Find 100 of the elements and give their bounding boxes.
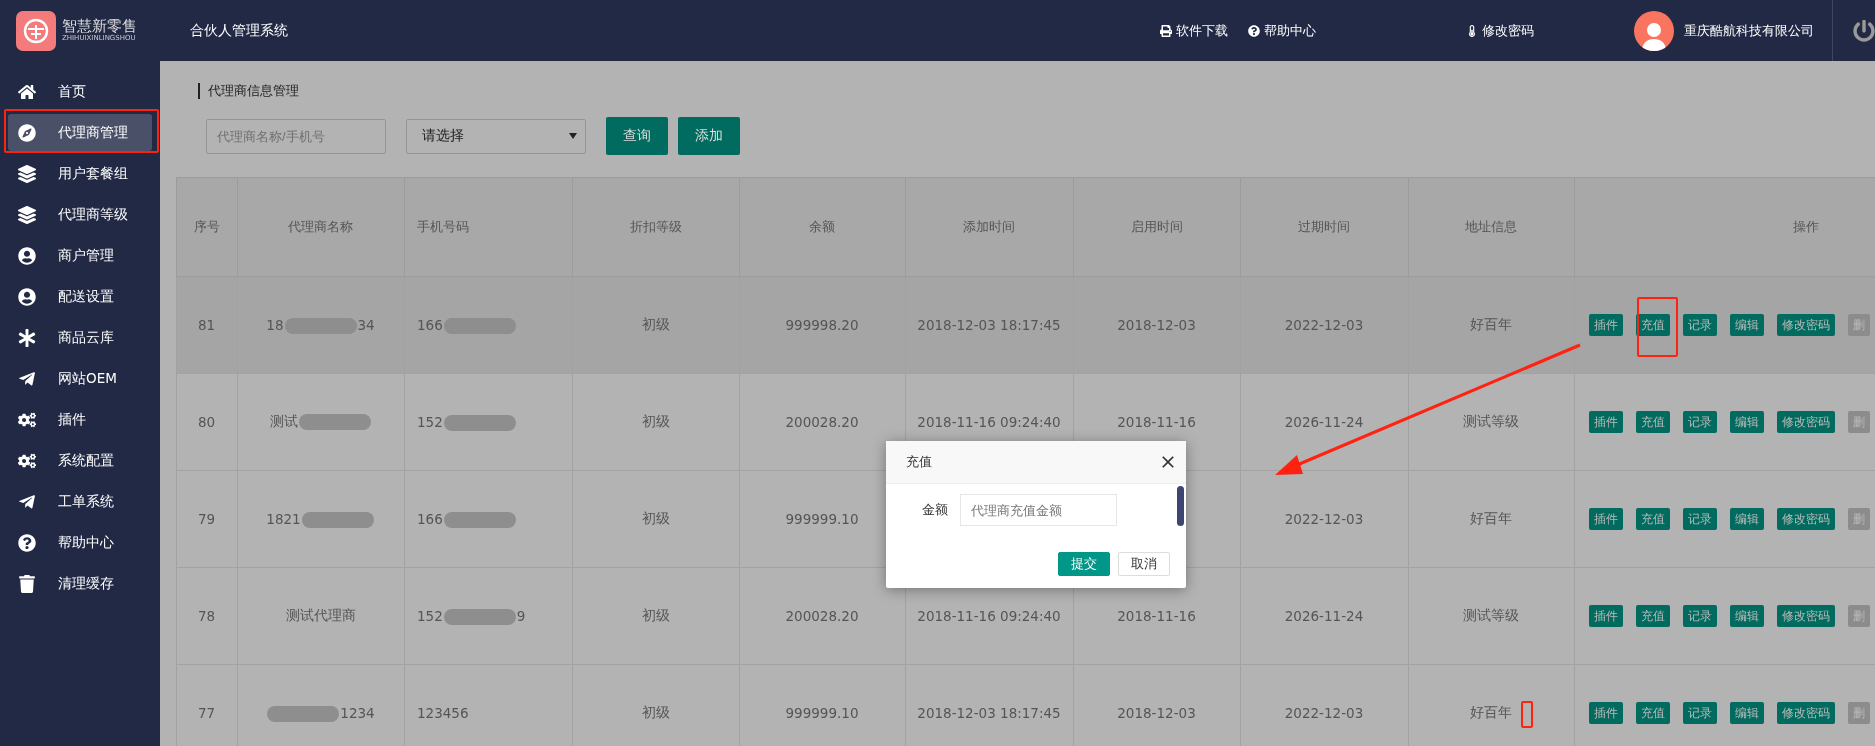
action-button[interactable]: 插件 [1589,605,1623,627]
user-icon [18,246,36,265]
action-button[interactable]: 充值 [1636,314,1670,336]
sidebar-item[interactable]: 配送设置 [8,278,152,315]
table-cell: 测试代理商 [237,567,405,665]
table-cell: 166 [404,276,573,374]
column-header: 序号 [176,177,238,277]
action-button[interactable]: 充值 [1636,411,1670,433]
action-button[interactable]: 编辑 [1730,411,1764,433]
search-field[interactable]: 代理商名称/手机号 [206,118,386,154]
action-button[interactable]: 插件 [1589,314,1623,336]
table-cell: 2018-12-03 18:17:45 [905,276,1074,374]
column-header: 启用时间 [1073,177,1241,277]
action-button[interactable]: 记录 [1683,508,1717,530]
column-header: 操作 [1574,177,1875,277]
table-cell: 测试 [237,373,405,471]
action-button[interactable]: 记录 [1683,702,1717,724]
logo-title: 智慧新零售 [62,18,137,35]
table-cell: 2022-12-03 [1240,276,1409,374]
company-name: 重庆酷航科技有限公司 [1684,21,1814,40]
action-button[interactable]: 充值 [1636,605,1670,627]
action-button[interactable]: 编辑 [1730,508,1764,530]
table-cell: 好百年 [1408,470,1575,568]
table-cell: 79 [176,470,238,568]
system-title: 合伙人管理系统 [190,21,288,40]
column-header: 折扣等级 [572,177,740,277]
action-button[interactable]: 编辑 [1730,605,1764,627]
action-button[interactable]: 记录 [1683,314,1717,336]
column-header: 添加时间 [905,177,1074,277]
help-icon [18,533,36,552]
table-cell: 999998.20 [739,276,906,374]
scrollbar[interactable] [1177,486,1184,526]
table-cell: 81 [176,276,238,374]
action-button[interactable]: 编辑 [1730,702,1764,724]
printer-icon [1160,24,1172,37]
sidebar-item[interactable]: 商户管理 [8,237,152,274]
sidebar-item[interactable]: 工单系统 [8,483,152,520]
table-cell: 18 34 [237,276,405,374]
table-cell: 初级 [572,373,740,471]
power-icon[interactable] [1853,19,1875,42]
avatar[interactable] [1634,10,1674,51]
sidebar-item[interactable]: 清理缓存 [8,565,152,602]
action-button[interactable]: 修改密码 [1777,314,1835,336]
paper-plane-icon [18,492,36,511]
select-field[interactable]: 请选择 [406,118,586,154]
table-cell: 2018-12-03 [1073,276,1241,374]
action-button[interactable]: 修改密码 [1777,702,1835,724]
sidebar-item[interactable]: 帮助中心 [8,524,152,561]
sidebar-item[interactable]: 插件 [8,401,152,438]
table-cell: 152 9 [404,567,573,665]
action-button[interactable]: 插件 [1589,508,1623,530]
table-cell: 78 [176,567,238,665]
stack-icon [18,205,36,224]
logo-icon [16,10,56,51]
sidebar-item[interactable]: 代理商等级 [8,196,152,233]
header-link[interactable]: 软件下载 [1160,21,1228,40]
sidebar-item[interactable]: 代理商管理 [8,114,152,151]
amount-field[interactable]: 代理商充值金额 [960,494,1117,526]
dialog-button[interactable]: 提交 [1058,552,1110,576]
column-header: 余额 [739,177,906,277]
caret-icon [569,133,577,139]
table-cell: 77 [176,664,238,746]
header-link[interactable]: 帮助中心 [1248,21,1316,40]
field-label: 金额 [922,501,948,519]
table-cell: 测试等级 [1408,373,1575,471]
sidebar-item[interactable]: 网站OEM [8,360,152,397]
thermometer-icon [1466,24,1478,37]
column-header: 手机号码 [404,177,573,277]
table-cell: 初级 [572,470,740,568]
sidebar-item[interactable]: 首页 [8,73,152,110]
action-button[interactable]: 修改密码 [1777,508,1835,530]
asterisk-icon [18,328,36,347]
header-link[interactable]: 修改密码 [1466,21,1534,40]
action-button[interactable]: 充值 [1636,508,1670,530]
filter-button[interactable]: 查询 [606,117,668,155]
compass-icon [18,123,36,142]
table-cell: 初级 [572,567,740,665]
annotation-box [1521,701,1533,728]
table-cell: 166 [404,470,573,568]
user-icon [18,287,36,306]
action-button[interactable]: 充值 [1636,702,1670,724]
sidebar-item[interactable]: 系统配置 [8,442,152,479]
action-button[interactable]: 记录 [1683,605,1717,627]
table-cell: 2026-11-24 [1240,567,1409,665]
action-button[interactable]: 修改密码 [1777,411,1835,433]
action-button[interactable]: 记录 [1683,411,1717,433]
dialog-button[interactable]: 取消 [1118,552,1170,576]
filter-button[interactable]: 添加 [678,117,740,155]
column-header: 代理商名称 [237,177,405,277]
table-cell: 1821 [237,470,405,568]
action-button[interactable]: 插件 [1589,702,1623,724]
action-button[interactable]: 编辑 [1730,314,1764,336]
home-icon [18,82,36,101]
sidebar-item[interactable]: 用户套餐组 [8,155,152,192]
action-button[interactable]: 修改密码 [1777,605,1835,627]
action-button[interactable]: 插件 [1589,411,1623,433]
sidebar-item[interactable]: 商品云库 [8,319,152,356]
column-header: 过期时间 [1240,177,1409,277]
breadcrumb: 代理商信息管理 [198,83,1875,99]
table-cell: 好百年 [1408,276,1575,374]
